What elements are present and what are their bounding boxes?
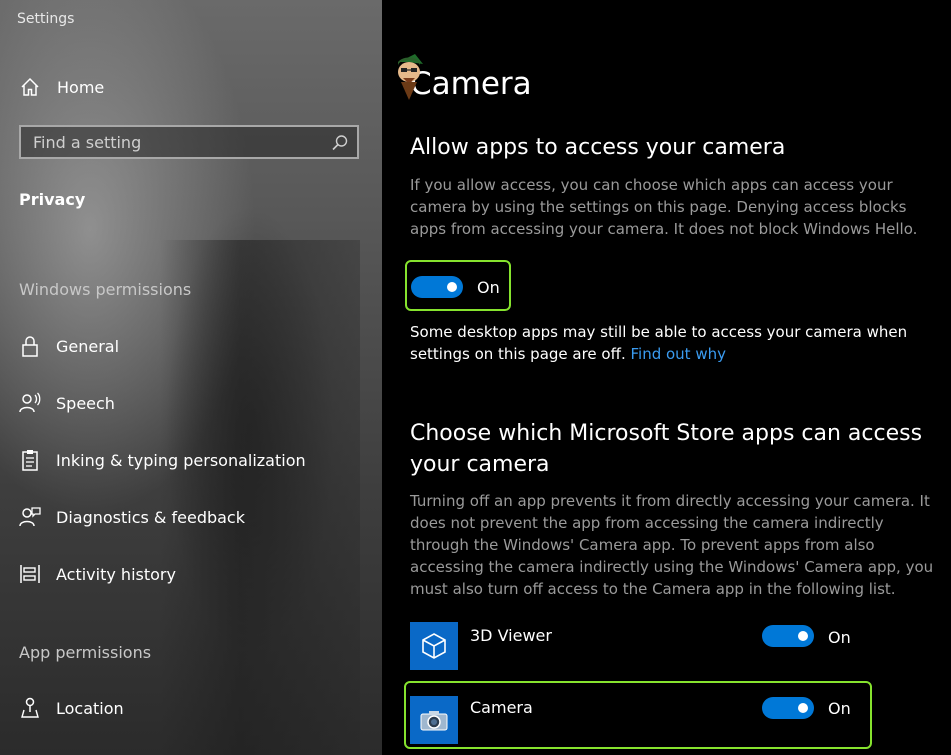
category-title: Privacy <box>19 190 86 209</box>
sidebar-item-location[interactable]: Location <box>0 690 382 726</box>
feedback-icon <box>18 505 42 529</box>
toggle-state-label: On <box>828 628 851 647</box>
watermark-logo <box>385 48 433 104</box>
search-input[interactable] <box>21 131 325 153</box>
sidebar-item-home[interactable]: Home <box>0 69 382 105</box>
allow-section-description: If you allow access, you can choose whic… <box>410 176 918 238</box>
app-permissions-heading: App permissions <box>19 643 152 662</box>
allow-section-heading: Allow apps to access your camera <box>410 135 786 160</box>
camera-access-toggle[interactable] <box>411 276 463 298</box>
search-box[interactable] <box>19 125 359 159</box>
sidebar-item-label: Speech <box>56 393 115 413</box>
find-out-why-link[interactable]: Find out why <box>631 345 727 363</box>
sidebar-item-label: Inking & typing personalization <box>56 450 306 470</box>
windows-permissions-heading: Windows permissions <box>19 280 192 299</box>
clipboard-icon <box>18 448 42 472</box>
sidebar-item-speech[interactable]: Speech <box>0 385 382 421</box>
cube-icon <box>410 622 458 670</box>
app-name-camera: Camera <box>470 698 533 717</box>
sidebar-item-activity-history[interactable]: Activity history <box>0 556 382 592</box>
home-icon <box>18 75 42 99</box>
toggle-knob <box>447 282 457 292</box>
toggle-state-label: On <box>477 278 500 297</box>
lock-icon <box>18 334 42 358</box>
sidebar-background-blur <box>160 240 360 755</box>
speech-icon <box>18 391 42 415</box>
camera-app-icon <box>410 696 458 744</box>
sidebar-item-general[interactable]: General <box>0 328 382 364</box>
toggle-state-label: On <box>828 699 851 718</box>
desktop-apps-note: Some desktop apps may still be able to a… <box>410 321 940 365</box>
app-name-3d-viewer: 3D Viewer <box>470 626 552 645</box>
camera-icon <box>420 711 448 731</box>
store-section-heading: Choose which Microsoft Store apps can ac… <box>410 421 923 477</box>
window-title: Settings <box>17 11 75 27</box>
toggle-knob <box>798 703 808 713</box>
store-section-description: Turning off an app prevents it from dire… <box>410 492 934 598</box>
sidebar-item-label: Diagnostics & feedback <box>56 507 245 527</box>
location-icon <box>18 696 42 720</box>
sidebar-item-label: Location <box>56 698 124 718</box>
main-panel: Camera Allow apps to access your camera … <box>382 0 951 755</box>
camera-app-toggle[interactable] <box>762 697 814 719</box>
activity-icon <box>18 562 42 586</box>
sidebar-item-label: General <box>56 336 120 356</box>
sidebar-item-label: Home <box>57 77 105 97</box>
search-icon[interactable] <box>331 134 349 156</box>
3d-viewer-toggle[interactable] <box>762 625 814 647</box>
toggle-knob <box>798 631 808 641</box>
sidebar-item-inking[interactable]: Inking & typing personalization <box>0 442 382 478</box>
sidebar-item-label: Activity history <box>56 564 176 584</box>
sidebar: Settings Home Privacy Windows permission… <box>0 0 382 755</box>
sidebar-item-diagnostics[interactable]: Diagnostics & feedback <box>0 499 382 535</box>
